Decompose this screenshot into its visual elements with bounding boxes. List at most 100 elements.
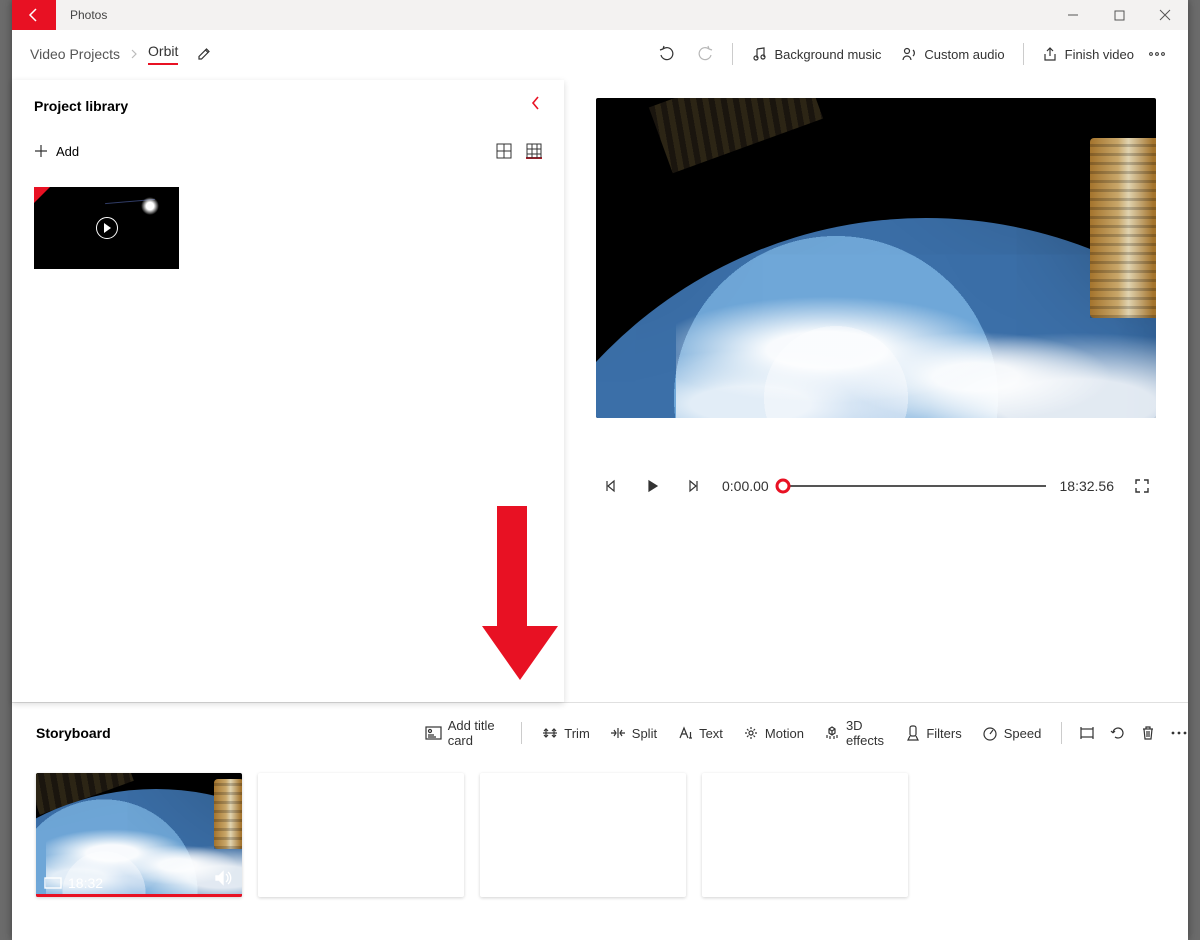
playback-controls: 0:00.00 18:32.56 xyxy=(596,472,1156,500)
next-frame-button[interactable] xyxy=(680,472,708,500)
storyboard-empty-slot[interactable] xyxy=(258,773,464,897)
prev-frame-button[interactable] xyxy=(596,472,624,500)
clip-volume-button[interactable] xyxy=(214,870,232,891)
seek-handle[interactable] xyxy=(775,479,790,494)
text-icon xyxy=(677,726,693,740)
clips-row: 18:32 xyxy=(36,773,1164,897)
more-button[interactable] xyxy=(1144,30,1170,78)
finish-video-button[interactable]: Finish video xyxy=(1032,30,1144,78)
volume-icon xyxy=(214,870,232,886)
more-icon xyxy=(1148,46,1166,62)
text-label: Text xyxy=(699,726,723,741)
text-button[interactable]: Text xyxy=(669,717,731,749)
background-music-label: Background music xyxy=(774,47,881,62)
split-button[interactable]: Split xyxy=(602,717,665,749)
add-media-button[interactable]: Add xyxy=(34,144,79,159)
minimize-button[interactable] xyxy=(1050,0,1096,30)
pencil-icon xyxy=(196,46,212,62)
library-clip[interactable] xyxy=(34,187,179,269)
breadcrumb-current[interactable]: Orbit xyxy=(148,43,178,65)
motion-icon xyxy=(743,725,759,741)
duration-icon xyxy=(44,876,62,890)
aspect-icon xyxy=(1079,725,1095,741)
rotate-icon xyxy=(1110,725,1126,741)
back-button[interactable] xyxy=(12,0,56,30)
trim-button[interactable]: Trim xyxy=(534,717,598,749)
storyboard-more-button[interactable] xyxy=(1165,717,1191,749)
play-button[interactable] xyxy=(638,472,666,500)
speed-icon xyxy=(982,725,998,741)
fullscreen-icon xyxy=(1134,478,1150,494)
rotate-button[interactable] xyxy=(1104,717,1130,749)
satellite xyxy=(214,779,242,849)
storyboard-panel: Storyboard Add title card Trim Split xyxy=(12,702,1188,940)
trash-icon xyxy=(1141,725,1155,741)
chevron-right-icon xyxy=(130,46,138,62)
video-preview[interactable] xyxy=(596,98,1156,418)
split-icon xyxy=(610,726,626,740)
motion-label: Motion xyxy=(765,726,804,741)
add-title-card-label: Add title card xyxy=(448,718,502,748)
breadcrumb: Video Projects Orbit xyxy=(30,43,212,65)
total-time: 18:32.56 xyxy=(1060,478,1115,494)
trim-icon xyxy=(542,726,558,740)
library-title: Project library xyxy=(34,98,128,114)
collapse-library-button[interactable] xyxy=(530,96,542,115)
custom-audio-label: Custom audio xyxy=(924,47,1004,62)
separator xyxy=(732,43,733,65)
separator xyxy=(521,722,522,744)
grid-large-button[interactable] xyxy=(496,143,512,159)
add-media-label: Add xyxy=(56,144,79,159)
play-icon xyxy=(645,479,659,493)
storyboard-empty-slot[interactable] xyxy=(480,773,686,897)
delete-button[interactable] xyxy=(1135,717,1161,749)
split-label: Split xyxy=(632,726,657,741)
storyboard-title: Storyboard xyxy=(36,725,111,741)
speed-button[interactable]: Speed xyxy=(974,717,1050,749)
rename-button[interactable] xyxy=(196,46,212,62)
maximize-button[interactable] xyxy=(1096,0,1142,30)
storyboard-clip[interactable]: 18:32 xyxy=(36,773,242,897)
resize-button[interactable] xyxy=(1074,717,1100,749)
3d-effects-button[interactable]: 3D effects xyxy=(816,717,894,749)
project-library-panel: Project library Add xyxy=(12,80,564,702)
fullscreen-button[interactable] xyxy=(1128,472,1156,500)
trim-label: Trim xyxy=(564,726,590,741)
undo-button[interactable] xyxy=(648,30,686,78)
clip-duration: 18:32 xyxy=(68,875,103,891)
close-button[interactable] xyxy=(1142,0,1188,30)
title-card-icon xyxy=(425,726,442,740)
current-time: 0:00.00 xyxy=(722,478,769,494)
undo-icon xyxy=(658,45,676,63)
seek-track xyxy=(783,485,1046,487)
background-music-button[interactable]: Background music xyxy=(741,30,891,78)
breadcrumb-root[interactable]: Video Projects xyxy=(30,46,120,62)
separator xyxy=(1061,722,1062,744)
seek-bar[interactable] xyxy=(783,479,1046,493)
grid-small-button[interactable] xyxy=(526,143,542,159)
finish-video-label: Finish video xyxy=(1065,47,1134,62)
chevron-left-icon xyxy=(530,96,542,110)
satellite xyxy=(1090,138,1156,318)
star xyxy=(141,197,159,215)
add-title-card-button[interactable]: Add title card xyxy=(417,717,510,749)
3d-effects-icon xyxy=(824,725,840,741)
play-overlay-icon xyxy=(96,217,118,239)
redo-button[interactable] xyxy=(686,30,724,78)
command-bar: Video Projects Orbit Background music Cu… xyxy=(12,30,1188,78)
filters-button[interactable]: Filters xyxy=(898,717,969,749)
more-icon xyxy=(1170,731,1188,735)
preview-panel: 0:00.00 18:32.56 xyxy=(564,78,1188,702)
motion-button[interactable]: Motion xyxy=(735,717,812,749)
redo-icon xyxy=(696,45,714,63)
app-title: Photos xyxy=(56,0,107,30)
person-audio-icon xyxy=(901,46,917,62)
filters-label: Filters xyxy=(926,726,961,741)
solar-panel xyxy=(649,98,823,173)
grid-3x3-icon xyxy=(526,143,542,159)
grid-2x2-icon xyxy=(496,143,512,159)
title-bar: Photos xyxy=(12,0,1188,30)
storyboard-empty-slot[interactable] xyxy=(702,773,908,897)
custom-audio-button[interactable]: Custom audio xyxy=(891,30,1014,78)
clip-selection-bar xyxy=(36,894,242,897)
